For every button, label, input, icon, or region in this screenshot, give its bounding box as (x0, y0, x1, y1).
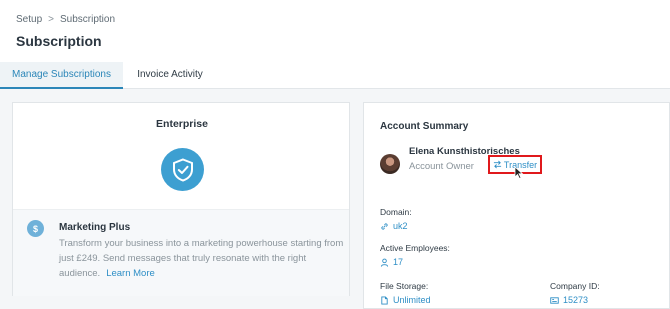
addon-title: Marketing Plus (59, 222, 131, 233)
breadcrumb-separator: > (48, 14, 54, 25)
storage-value-text: Unlimited (393, 295, 431, 305)
addon-description: Transform your business into a marketing… (59, 236, 345, 281)
shield-check-icon (161, 148, 204, 191)
plan-name: Enterprise (156, 118, 208, 130)
tab-bar: Manage Subscriptions Invoice Activity (0, 62, 670, 89)
transfer-icon (493, 160, 502, 169)
mouse-cursor-icon (514, 166, 524, 179)
breadcrumb-setup[interactable]: Setup (16, 14, 42, 25)
company-id-value-text: 15273 (563, 295, 589, 305)
plan-card: Enterprise $ Marketing Plus Transform yo… (12, 102, 350, 296)
owner-role: Account Owner (409, 161, 474, 172)
breadcrumb-subscription: Subscription (59, 14, 116, 25)
domain-label: Domain: (380, 207, 412, 217)
breadcrumb: Setup > Subscription (16, 14, 115, 25)
page-title: Subscription (16, 33, 102, 49)
addon-description-text: Transform your business into a marketing… (59, 238, 344, 279)
dollar-icon: $ (27, 220, 44, 237)
id-card-icon (550, 296, 559, 304)
storage-value[interactable]: Unlimited (380, 295, 431, 305)
storage-label: File Storage: (380, 281, 429, 291)
avatar (380, 154, 400, 174)
domain-value[interactable]: uk2 (380, 221, 408, 231)
link-icon (381, 222, 388, 230)
employees-value-text: 17 (393, 257, 404, 267)
page-header: Setup > Subscription Subscription (0, 0, 670, 62)
account-summary-title: Account Summary (380, 121, 469, 132)
domain-value-text: uk2 (393, 221, 408, 231)
account-summary-card: Account Summary Elena Kunsthistorisches … (363, 102, 670, 309)
tab-invoice-activity[interactable]: Invoice Activity (123, 62, 217, 89)
file-icon (381, 295, 388, 305)
addon-marketing-plus: $ Marketing Plus Transform your business… (13, 209, 349, 296)
tab-manage-subscriptions[interactable]: Manage Subscriptions (0, 62, 123, 89)
person-icon (380, 258, 389, 267)
company-id-label: Company ID: (550, 281, 600, 291)
employees-label: Active Employees: (380, 243, 450, 253)
main-content: Enterprise $ Marketing Plus Transform yo… (0, 89, 670, 309)
employees-value[interactable]: 17 (380, 257, 403, 267)
company-id-value[interactable]: 15273 (550, 295, 588, 305)
learn-more-link[interactable]: Learn More (106, 268, 155, 279)
